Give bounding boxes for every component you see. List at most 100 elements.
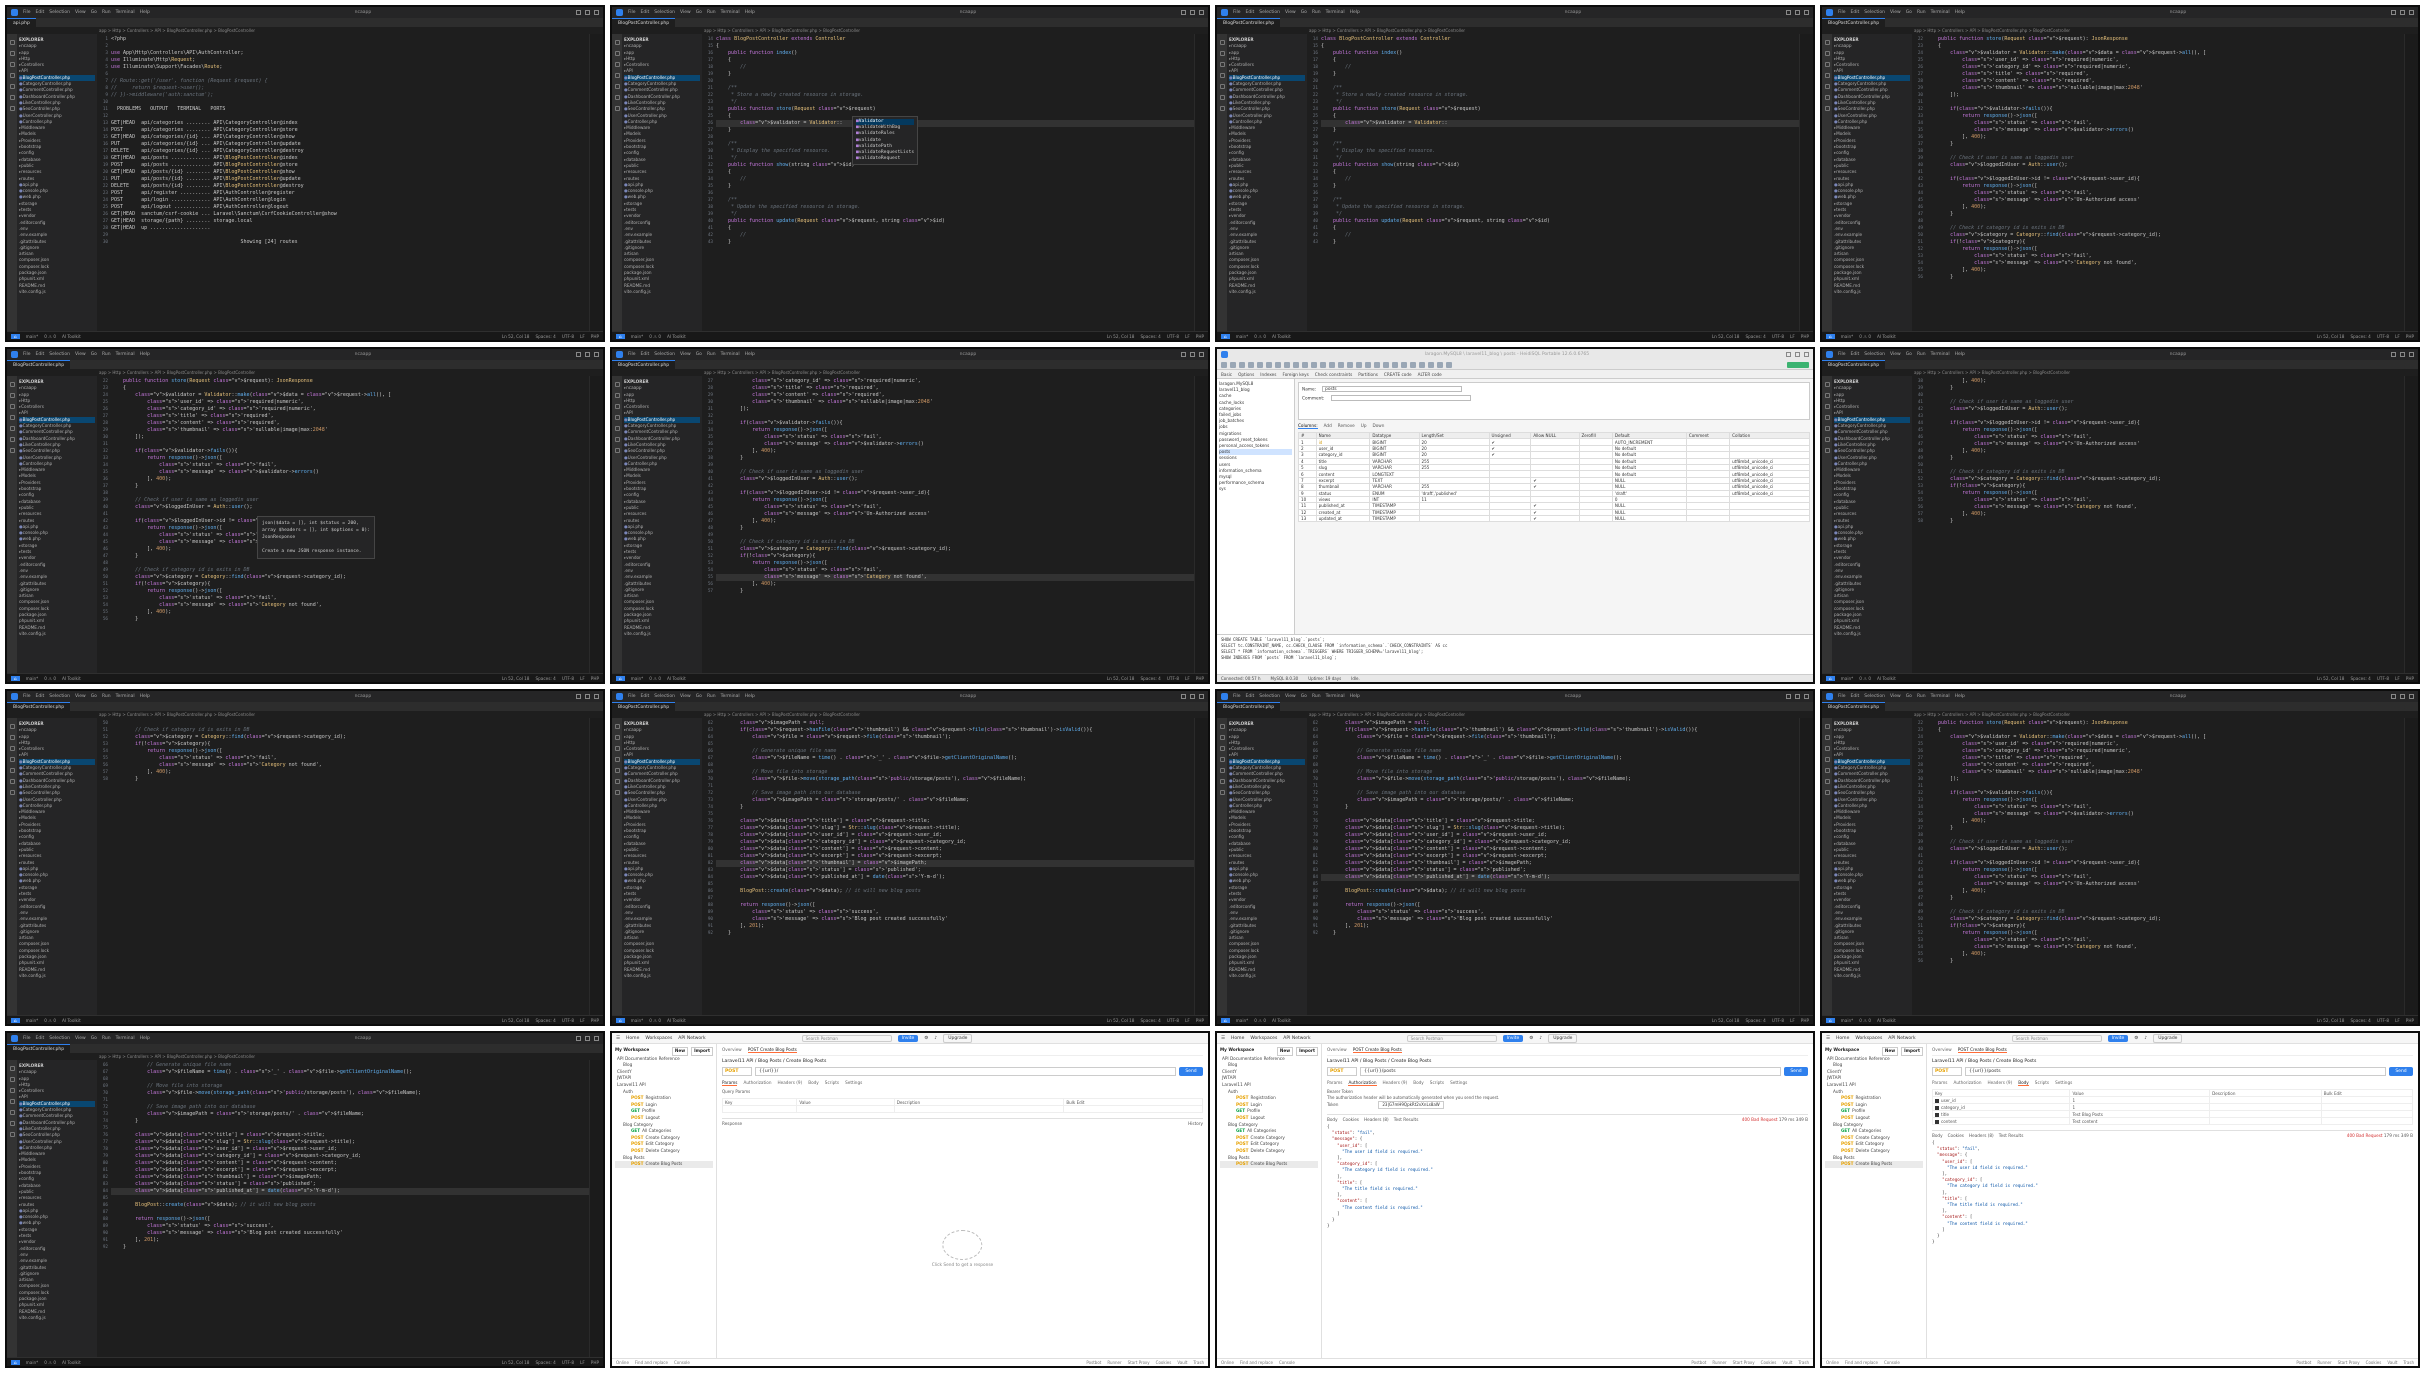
tab-blogpostcontroller[interactable]: BlogPostController.php	[612, 360, 676, 369]
request-tab[interactable]: POST Create Blog Posts	[1957, 1047, 2007, 1053]
bell-icon[interactable]: ♪	[2144, 1036, 2147, 1041]
toolbar-button-icon[interactable]	[1266, 361, 1272, 368]
status-item[interactable]: 0 ⚠ 0	[44, 334, 56, 339]
command-center-search[interactable]: ncaapp	[760, 352, 1176, 357]
editor-tab[interactable]: Basic	[1221, 372, 1232, 377]
status-item[interactable]: Runner	[2317, 1360, 2331, 1365]
menu-go[interactable]: Go	[91, 10, 97, 15]
minimize-icon[interactable]	[576, 1036, 581, 1041]
collection-item[interactable]: GET All Categories	[1220, 1128, 1318, 1135]
collection-item[interactable]: POST Registration	[615, 1095, 713, 1102]
status-item[interactable]: LF	[1185, 676, 1190, 681]
nav-workspaces[interactable]: Workspaces	[1855, 1036, 1882, 1041]
form-data-row[interactable]: content Test content	[1931, 1117, 2414, 1125]
send-button[interactable]: Send	[2389, 1067, 2413, 1076]
suggestion-item[interactable]: validateRequest	[856, 156, 914, 162]
response-tab[interactable]: Headers (8)	[1969, 1133, 1994, 1138]
minimap[interactable]	[1799, 718, 1813, 1015]
close-icon[interactable]	[1199, 694, 1204, 699]
form-data-header[interactable]: Key	[1931, 1089, 2071, 1097]
code-editor[interactable]: 27 28 29 30 31 32 33 34 35 36 37 38 39 40 41 42 43 44 45 46…	[702, 376, 1208, 673]
editor-tab[interactable]: Check constraints	[1315, 372, 1352, 377]
collection-item[interactable]: ClientY	[615, 1069, 713, 1076]
code-editor[interactable]: 14 15 16 17 18 19 20 21 22 23 24 25 26 27 28 29 30 31 32 33…	[1307, 34, 1813, 331]
menu-view[interactable]: View	[75, 1036, 86, 1041]
remote-indicator[interactable]: ⌂	[616, 333, 625, 339]
search-input[interactable]: Search Postman	[801, 1034, 892, 1042]
toolbar-button-icon[interactable]	[1221, 361, 1227, 368]
code-editor[interactable]: 62 63 64 65 66 67 68 69 70 71 72 73 74 75 76 77 78 79 80 81…	[702, 718, 1208, 1015]
table-cell[interactable]: NULL	[1611, 515, 1687, 523]
form-data-value[interactable]: Test content	[2069, 1117, 2211, 1125]
status-item[interactable]: Trash	[1798, 1360, 1809, 1365]
menu-run[interactable]: Run	[707, 352, 716, 357]
status-item[interactable]: LF	[1790, 1018, 1795, 1023]
menu-run[interactable]: Run	[1917, 10, 1926, 15]
search-icon[interactable]	[1824, 51, 1830, 56]
status-item[interactable]: Ln 52, Col 18	[2317, 1018, 2345, 1023]
collection-item[interactable]: Blog	[1220, 1062, 1318, 1069]
account-icon[interactable]	[614, 95, 620, 100]
response-tab[interactable]: Headers (8)	[1364, 1117, 1389, 1122]
remote-indicator[interactable]: ⌂	[1826, 1017, 1835, 1023]
command-center-search[interactable]: ncaapp	[1970, 10, 2386, 15]
status-item[interactable]: UTF-8	[562, 334, 574, 339]
source-control-icon[interactable]	[9, 404, 15, 409]
status-item[interactable]: AI Toolkit	[62, 1360, 81, 1365]
send-button[interactable]: Send	[1179, 1067, 1203, 1076]
request-tab[interactable]: Overview	[1327, 1047, 1347, 1053]
form-data-header[interactable]: Value	[2069, 1089, 2211, 1097]
param-tab[interactable]: Headers (9)	[1988, 1080, 2013, 1086]
menu-view[interactable]: View	[1890, 352, 1901, 357]
status-item[interactable]: UTF-8	[1167, 676, 1179, 681]
status-item[interactable]: Spaces: 4	[1745, 334, 1765, 339]
code-text[interactable]: // Check if category id is exits in DB c…	[111, 718, 589, 1015]
menu-run[interactable]: Run	[1917, 694, 1926, 699]
status-item[interactable]: Ln 52, Col 18	[1712, 334, 1740, 339]
remote-indicator[interactable]: ⌂	[1221, 1017, 1230, 1023]
invite-button[interactable]: Invite	[1502, 1034, 1524, 1042]
menu-help[interactable]: Help	[1955, 10, 1965, 15]
menu-selection[interactable]: Selection	[49, 1036, 70, 1041]
command-center-search[interactable]: ncaapp	[155, 352, 571, 357]
code-editor[interactable]: 22 23 24 25 26 27 28 29 30 31 32 33 34 35 36 37 38 39 40 41…	[1912, 34, 2418, 331]
menu-run[interactable]: Run	[102, 694, 111, 699]
close-icon[interactable]	[2409, 10, 2414, 15]
status-item[interactable]: Console	[674, 1360, 690, 1365]
status-item[interactable]: LF	[1185, 1018, 1190, 1023]
form-data-key[interactable]: category_id	[1931, 1103, 2071, 1111]
source-control-icon[interactable]	[1219, 62, 1225, 67]
menu-selection[interactable]: Selection	[1864, 352, 1885, 357]
account-icon[interactable]	[1219, 95, 1225, 100]
form-data-key[interactable]: user_id	[1931, 1096, 2071, 1104]
menu-file[interactable]: File	[1838, 694, 1846, 699]
minimap[interactable]	[1194, 376, 1208, 673]
status-item[interactable]: Ln 52, Col 18	[1107, 676, 1135, 681]
collection-item[interactable]: Blog Category	[1220, 1122, 1318, 1129]
status-item[interactable]: main*	[1236, 1018, 1249, 1023]
close-icon[interactable]	[594, 1036, 599, 1041]
menu-selection[interactable]: Selection	[49, 10, 70, 15]
toolbar-button-icon[interactable]	[1320, 361, 1326, 368]
files-icon[interactable]	[9, 382, 15, 387]
toolbar-button-icon[interactable]	[1275, 361, 1281, 368]
menu-help[interactable]: Help	[140, 352, 150, 357]
table-cell[interactable]: TIMESTAMP	[1369, 515, 1420, 523]
status-item[interactable]: AI Toolkit	[62, 676, 81, 681]
account-icon[interactable]	[9, 437, 15, 442]
status-item[interactable]: Runner	[1107, 1360, 1121, 1365]
extensions-icon[interactable]	[1824, 426, 1830, 431]
url-input[interactable]: {{url}}/posts	[1965, 1067, 2386, 1076]
editor-tab[interactable]: Foreign keys	[1282, 372, 1308, 377]
explorer-item[interactable]: vite.config.js	[624, 289, 700, 295]
menu-edit[interactable]: Edit	[641, 10, 650, 15]
code-text[interactable]: class="v">$imagePath = null; if(class="v…	[716, 718, 1194, 1015]
source-control-icon[interactable]	[614, 62, 620, 67]
form-data-row[interactable]: user_id 1	[1931, 1096, 2414, 1104]
table-cell[interactable]	[1685, 515, 1731, 523]
menu-selection[interactable]: Selection	[1864, 10, 1885, 15]
tab-blogpostcontroller[interactable]: BlogPostController.php	[1217, 702, 1281, 711]
status-item[interactable]: AI Toolkit	[667, 676, 686, 681]
search-icon[interactable]	[9, 1077, 15, 1082]
gear-icon[interactable]	[614, 790, 620, 795]
